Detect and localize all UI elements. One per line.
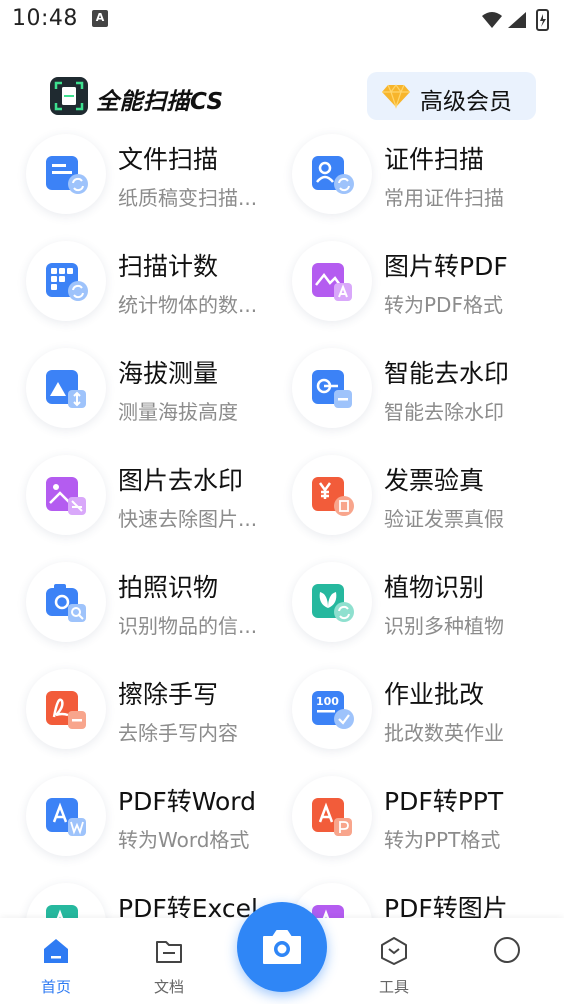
tool-title: 智能去水印 xyxy=(384,359,510,388)
app-title: 全能扫描CS xyxy=(96,89,224,115)
tool-subtitle: 验证发票真假 xyxy=(384,507,504,531)
tool-subtitle: 转为PDF格式 xyxy=(384,293,503,317)
tool-smart-watermark-remove[interactable]: 智能去水印 智能去除水印 xyxy=(292,344,562,440)
tool-title: 作业批改 xyxy=(384,680,485,709)
tool-photo-identify[interactable]: 拍照识物 识别物品的信... xyxy=(26,558,296,654)
status-icons xyxy=(482,9,549,31)
status-bar: 10:48 A xyxy=(0,0,564,40)
tool-title: 图片转PDF xyxy=(384,252,508,281)
tool-title: PDF转Word xyxy=(118,787,256,816)
camera-icon xyxy=(263,930,301,964)
tool-pdf-to-ppt[interactable]: PDF转PPT 转为PPT格式 xyxy=(292,772,562,868)
profile-icon xyxy=(494,937,520,963)
home-icon xyxy=(44,939,68,963)
tool-subtitle: 智能去除水印 xyxy=(384,400,504,424)
plant-identify-icon xyxy=(292,562,372,642)
tool-title: 证件扫描 xyxy=(384,145,485,174)
folder-icon xyxy=(156,941,182,963)
tool-erase-handwriting[interactable]: 擦除手写 去除手写内容 xyxy=(26,665,296,761)
tool-title: 扫描计数 xyxy=(118,252,219,281)
tool-title: PDF转Excel xyxy=(118,894,258,920)
camera-capture-button[interactable] xyxy=(237,902,327,992)
tool-title: 文件扫描 xyxy=(118,145,219,174)
tool-id-card-scan[interactable]: 证件扫描 常用证件扫描 xyxy=(292,130,562,226)
tool-subtitle: 转为PPT格式 xyxy=(384,828,501,852)
tool-invoice-verify[interactable]: 发票验真 验证发票真假 xyxy=(292,451,562,547)
vip-label: 高级会员 xyxy=(420,89,512,115)
id-card-scan-icon xyxy=(292,134,372,214)
tab-home[interactable]: 首页 xyxy=(6,918,106,1004)
tools-box-icon xyxy=(381,937,407,965)
tool-pdf-to-image[interactable]: PDF转图片 xyxy=(292,879,562,920)
altitude-icon xyxy=(26,348,106,428)
tool-title: 海拔测量 xyxy=(118,359,219,388)
tool-title: 擦除手写 xyxy=(118,680,219,709)
erase-handwriting-icon xyxy=(26,669,106,749)
status-time: 10:48 xyxy=(12,6,78,31)
tool-subtitle: 识别多种植物 xyxy=(384,614,504,638)
photo-identify-icon xyxy=(26,562,106,642)
vip-button[interactable]: 高级会员 xyxy=(367,72,536,120)
tool-image-to-pdf[interactable]: 图片转PDF 转为PDF格式 xyxy=(292,237,562,333)
tool-altitude[interactable]: 海拔测量 测量海拔高度 xyxy=(26,344,296,440)
image-watermark-remove-icon xyxy=(26,455,106,535)
diamond-icon xyxy=(382,84,410,109)
notification-icon: A xyxy=(92,10,108,27)
pdf-to-excel-icon xyxy=(26,883,106,920)
invoice-verify-icon xyxy=(292,455,372,535)
tool-pdf-to-word[interactable]: PDF转Word 转为Word格式 xyxy=(26,772,296,868)
tool-title: 图片去水印 xyxy=(118,466,244,495)
tool-scan-count[interactable]: 扫描计数 统计物体的数... xyxy=(26,237,296,333)
tool-subtitle: 转为Word格式 xyxy=(118,828,250,852)
document-scan-icon xyxy=(26,134,106,214)
tab-tools[interactable]: 工具 xyxy=(344,918,444,1004)
image-to-pdf-icon xyxy=(292,241,372,321)
tool-subtitle: 快速去除图片... xyxy=(118,507,258,531)
tool-title: 拍照识物 xyxy=(118,573,219,602)
scan-count-icon xyxy=(26,241,106,321)
app-logo-icon xyxy=(50,77,88,115)
tab-documents[interactable]: 文档 xyxy=(119,918,219,1004)
tool-homework-grading[interactable]: 100 作业批改 批改数英作业 xyxy=(292,665,562,761)
smart-watermark-remove-icon xyxy=(292,348,372,428)
tool-title: 发票验真 xyxy=(384,466,485,495)
tool-subtitle: 常用证件扫描 xyxy=(384,186,504,210)
tool-grid: 文件扫描 纸质稿变扫描... 证件扫描 常用证件扫描 扫描计数 统计物体的数..… xyxy=(0,126,564,920)
app-header: 全能扫描CS 高级会员 xyxy=(0,68,564,124)
pdf-to-ppt-icon xyxy=(292,776,372,856)
pdf-to-word-icon xyxy=(26,776,106,856)
homework-grading-icon: 100 xyxy=(292,669,372,749)
tool-title: PDF转PPT xyxy=(384,787,504,816)
tool-subtitle: 批改数英作业 xyxy=(384,721,504,745)
tool-subtitle: 纸质稿变扫描... xyxy=(118,186,258,210)
tool-title: 植物识别 xyxy=(384,573,485,602)
tool-subtitle: 统计物体的数... xyxy=(118,293,258,317)
tool-subtitle: 测量海拔高度 xyxy=(118,400,238,424)
tool-document-scan[interactable]: 文件扫描 纸质稿变扫描... xyxy=(26,130,296,226)
tool-plant-identify[interactable]: 植物识别 识别多种植物 xyxy=(292,558,562,654)
tab-home-label: 首页 xyxy=(40,978,71,996)
svg-text:100: 100 xyxy=(316,695,339,708)
tool-subtitle: 识别物品的信... xyxy=(118,614,258,638)
tab-me[interactable] xyxy=(457,918,557,1004)
tab-tools-label: 工具 xyxy=(378,978,409,996)
tool-title: PDF转图片 xyxy=(384,894,508,920)
tab-documents-label: 文档 xyxy=(153,978,184,996)
tool-subtitle: 去除手写内容 xyxy=(118,721,238,745)
tool-image-watermark-remove[interactable]: 图片去水印 快速去除图片... xyxy=(26,451,296,547)
